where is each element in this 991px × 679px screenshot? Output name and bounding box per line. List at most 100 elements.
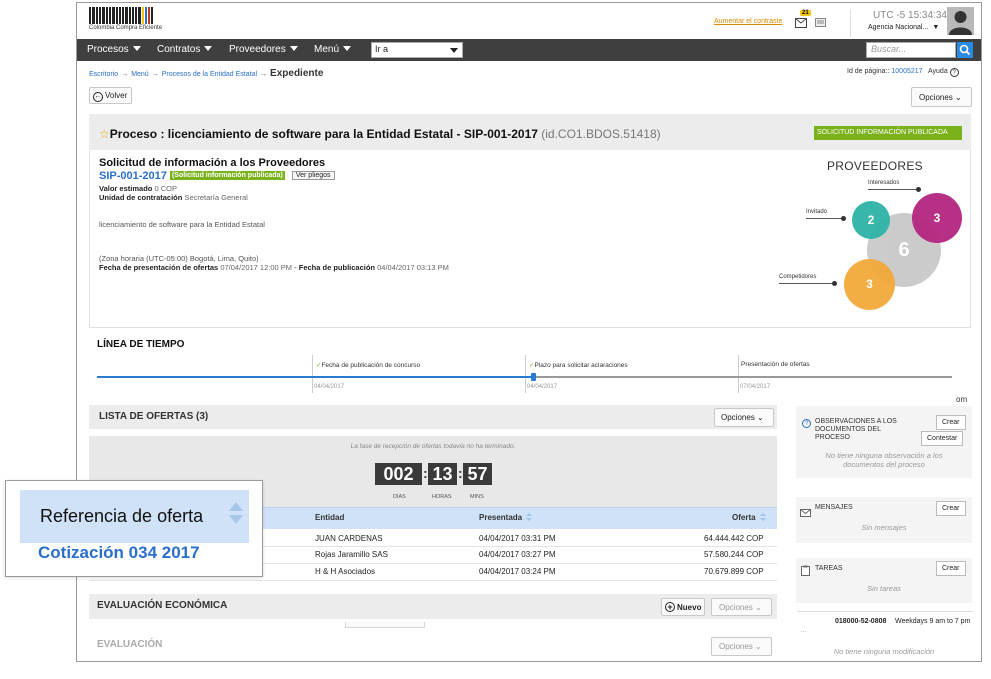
economic-eval-options-button[interactable]: Opciones ⌄	[711, 598, 772, 616]
countdown-colon: :	[458, 465, 463, 481]
contracting-unit: Unidad de contratación Secretaría Genera…	[99, 193, 248, 202]
breadcrumb-menu[interactable]: Menú	[131, 71, 149, 78]
timeline-divider	[312, 355, 313, 393]
options-button[interactable]: Opciones ⌄	[911, 87, 972, 107]
tasks-empty: Sin tareas	[867, 584, 901, 593]
messages-create-button[interactable]: Crear	[936, 501, 966, 516]
interested-bubble[interactable]: 3	[912, 193, 962, 243]
logo[interactable]: Colombia Compra Eficiente	[89, 7, 167, 33]
timeline-progress	[97, 376, 533, 378]
offers-options-button[interactable]: Opciones ⌄	[714, 408, 774, 427]
support-bar: 018000-52-0808 Weekdays 9 am to 7 pm ...	[797, 611, 973, 635]
offer-value: 57.580.244 COP	[704, 550, 764, 559]
observations-create-button[interactable]: Crear	[936, 415, 966, 430]
search-icon	[959, 44, 971, 56]
competitors-label: Competidores	[779, 274, 817, 280]
economic-eval-title: EVALUACIÓN ECONÓMICA	[97, 600, 228, 611]
interested-label: Interesados	[868, 180, 900, 186]
timeline-title: LÍNEA DE TIEMPO	[97, 339, 185, 350]
zoom-offer-reference[interactable]: Cotización 034 2017	[38, 543, 200, 563]
chevron-down-icon	[450, 48, 458, 53]
chevron-down-icon: ⌄	[757, 413, 764, 422]
mail-icon[interactable]: 21	[795, 10, 811, 28]
support-hours: Weekdays 9 am to 7 pm	[895, 618, 971, 625]
messages-title: MENSAJES	[815, 504, 853, 511]
clipped-tooltip: om	[956, 395, 974, 406]
timeline-date: 04/04/2017	[527, 384, 558, 390]
search-button[interactable]	[957, 42, 973, 58]
new-button[interactable]: + Nuevo	[661, 598, 705, 616]
nav-proveedores[interactable]: Proveedores	[229, 44, 298, 55]
zoom-column-title[interactable]: Referencia de oferta	[40, 506, 203, 527]
logo-text: Colombia Compra Eficiente	[89, 25, 163, 31]
nav-menu[interactable]: Menú	[314, 44, 352, 55]
sort-icon[interactable]	[229, 502, 243, 528]
process-title: ☆Proceso : licenciamiento de software pa…	[99, 127, 661, 141]
view-docs-button[interactable]: Ver pliegos	[291, 171, 335, 180]
nav-contratos[interactable]: Contratos	[157, 44, 213, 55]
process-dates: Fecha de presentación de ofertas 07/04/2…	[99, 263, 449, 272]
main-navbar: Procesos Contratos Proveedores Menú Ir a…	[77, 39, 981, 61]
avatar[interactable]	[947, 7, 974, 35]
breadcrumb-procesos[interactable]: Procesos de la Entidad Estatal	[162, 71, 257, 78]
evaluation-title: EVALUACIÓN	[97, 639, 163, 650]
help-link[interactable]: Ayuda	[928, 68, 948, 75]
page-id-link[interactable]: 10005217	[891, 68, 922, 75]
goto-select[interactable]: Ir a	[371, 42, 463, 58]
timeline-date: 04/04/2017	[314, 384, 345, 390]
mail-icon	[800, 504, 811, 522]
top-header: Colombia Compra Eficiente Aumentar el co…	[77, 3, 981, 39]
column-entity[interactable]: Entidad	[315, 513, 344, 522]
offer-submitted: 04/04/2017 03:24 PM	[479, 567, 556, 576]
chevron-down-icon	[343, 46, 352, 51]
invited-bubble[interactable]: 2	[852, 201, 890, 239]
process-reference-link[interactable]: SIP-001-2017	[99, 170, 167, 182]
back-button[interactable]: ← Volver	[89, 87, 132, 104]
phase-message: La fase de recepción de ofertas todavía …	[350, 443, 516, 450]
column-submitted[interactable]: Presentada	[479, 513, 533, 522]
documents-icon[interactable]	[815, 15, 826, 27]
days-label: DÍAS	[393, 494, 406, 500]
chevron-down-icon: ▼	[932, 24, 940, 31]
timeline-date: 07/04/2017	[740, 384, 771, 390]
chevron-down-icon: ⌄	[955, 93, 962, 102]
chevron-down-icon: ⌄	[755, 603, 762, 612]
observations-empty: No tiene ninguna observación a los docum…	[825, 451, 943, 469]
contrast-link[interactable]: Aumentar el contraste	[714, 18, 782, 25]
utc-clock: UTC -5 15:34:34	[873, 10, 947, 21]
estimated-value: Valor estimado 0 COP	[99, 184, 177, 193]
interested-leader	[868, 189, 918, 190]
countdown-hours: 13	[428, 463, 457, 485]
mins-label: MINS	[470, 494, 484, 500]
help-icon[interactable]: ?	[949, 68, 959, 77]
breadcrumb-current: Expediente	[270, 68, 324, 79]
offer-entity: Rojas Jaramillo SAS	[315, 550, 388, 559]
offer-entity: H & H Asociados	[315, 567, 376, 576]
tasks-create-button[interactable]: Crear	[936, 561, 966, 576]
column-offer[interactable]: Oferta	[732, 513, 766, 522]
search-input[interactable]: Buscar...	[866, 42, 956, 58]
sort-icon[interactable]	[526, 513, 533, 521]
providers-title: PROVEEDORES	[827, 159, 923, 173]
agency-selector[interactable]: Agencia Nacional... ▼	[868, 24, 939, 31]
modifications-empty: No tiene ninguna modificación	[833, 647, 935, 656]
timeline-event: ✓Plazo para solicitar aclaraciones	[529, 362, 628, 369]
timeline-current-marker	[531, 373, 536, 381]
observations-reply-button[interactable]: Contestar	[921, 431, 964, 446]
help-circle-icon: ?	[802, 419, 811, 428]
chevron-down-icon	[289, 46, 298, 51]
header-divider	[850, 9, 851, 37]
sort-icon[interactable]	[759, 513, 766, 521]
tab-strip	[345, 622, 425, 628]
breadcrumb-escritorio[interactable]: Escritorio	[89, 71, 118, 78]
support-ellipsis: ...	[801, 628, 807, 634]
competitors-bubble[interactable]: 3	[844, 259, 895, 310]
countdown-days: 002	[375, 463, 422, 485]
evaluation-options-button[interactable]: Opciones ⌄	[711, 637, 772, 656]
nav-procesos[interactable]: Procesos	[87, 44, 141, 55]
arrow-left-icon: ←	[93, 92, 103, 102]
star-icon[interactable]: ☆	[99, 127, 110, 141]
timeline-divider	[525, 355, 526, 393]
countdown-mins: 57	[463, 463, 492, 485]
offers-title: LISTA DE OFERTAS (3)	[99, 411, 209, 422]
